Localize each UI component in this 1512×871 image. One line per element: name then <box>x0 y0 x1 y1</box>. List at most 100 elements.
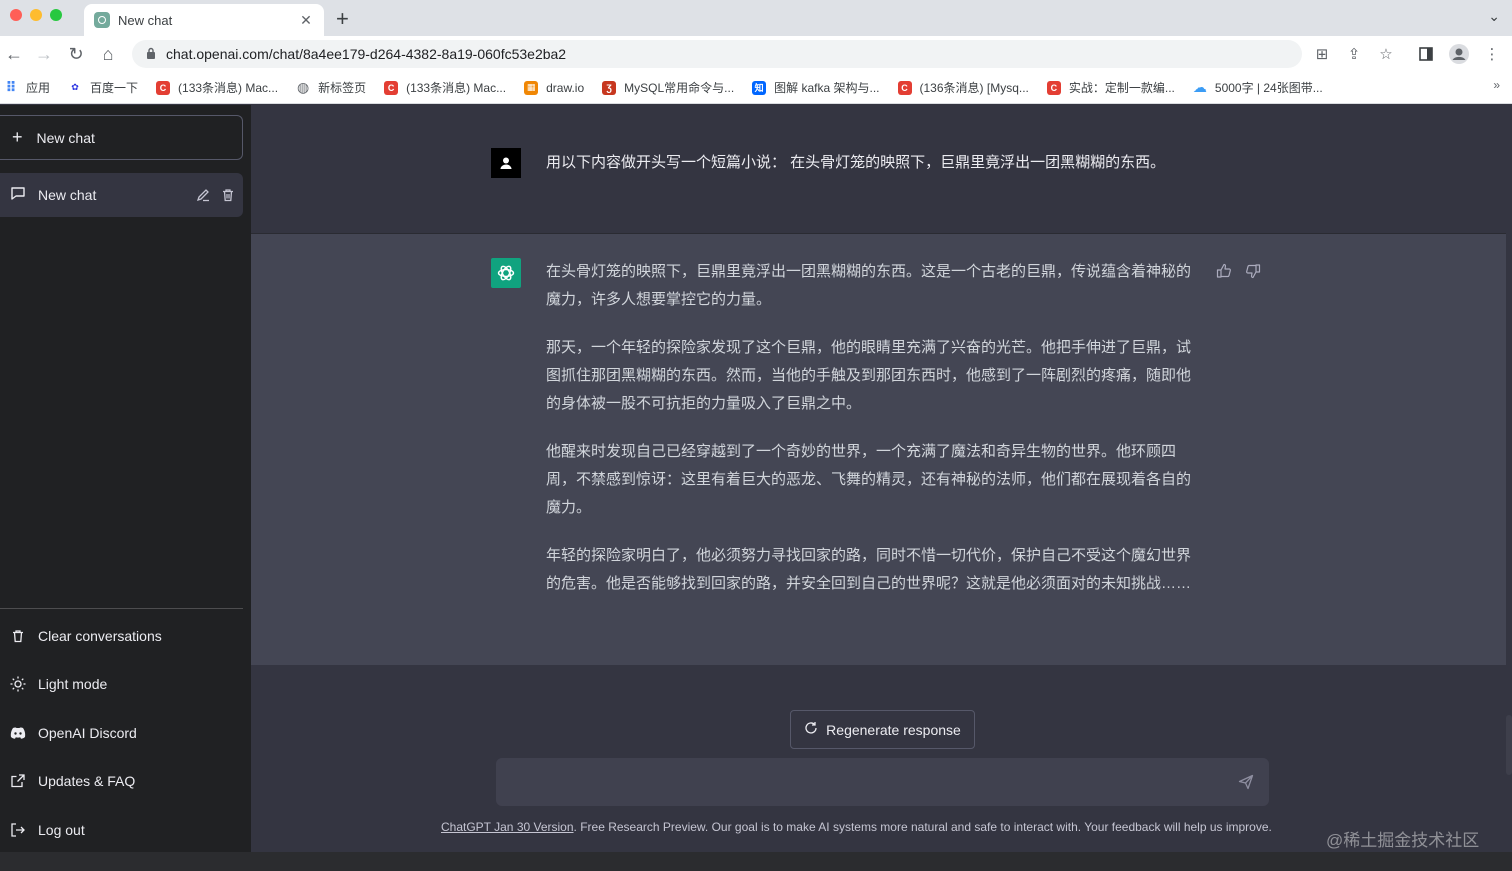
watermark-text: @稀土掘金技术社区 <box>1326 831 1480 850</box>
window-close-button[interactable] <box>10 9 22 21</box>
chat-main: 用以下内容做开头写一个短篇小说： 在头骨灯笼的映照下，巨鼎里竟浮出一团黑糊糊的东… <box>251 105 1512 852</box>
bookmark-item[interactable]: ☁ 5000字 | 24张图带... <box>1193 79 1323 96</box>
csdn-icon: C <box>897 80 912 95</box>
mysql-icon: Ʒ <box>602 80 617 95</box>
bookmark-item[interactable]: C (136条消息) [Mysq... <box>897 79 1029 96</box>
thumbs-up-icon[interactable] <box>1215 262 1233 280</box>
apps-grid-icon: ⠿ <box>5 79 17 95</box>
cloud-icon: ☁ <box>1192 79 1207 95</box>
baidu-paw-icon: ✿ <box>71 82 79 92</box>
clear-conversations-button[interactable]: Clear conversations <box>0 616 243 656</box>
discord-icon <box>10 725 26 741</box>
sun-icon <box>10 676 26 692</box>
bookmark-label: 百度一下 <box>90 81 139 95</box>
translate-icon[interactable]: ⊞ <box>1310 42 1334 66</box>
url-text: chat.openai.com/chat/8a4ee179-d264-4382-… <box>166 46 567 62</box>
bookmark-item[interactable]: C (133条消息) Mac... <box>384 79 506 96</box>
bookmark-item[interactable]: ⠿ 应用 <box>4 79 50 96</box>
browser-toolbar: ← → ↻ ⌂ chat.openai.com/chat/8a4ee179-d2… <box>0 36 1512 72</box>
reload-icon[interactable]: ↻ <box>64 42 88 66</box>
tab-title: New chat <box>118 12 173 28</box>
bookmark-item[interactable]: ◍ 新标签页 <box>296 79 366 96</box>
assistant-message-text: 在头骨灯笼的映照下，巨鼎里竟浮出一团黑糊糊的东西。这是一个古老的巨鼎，传说蕴含着… <box>546 258 1196 618</box>
csdn-icon: C <box>384 80 399 95</box>
browser-tab-bar: New chat ✕ + ⌄ <box>0 0 1512 36</box>
bookmark-label: 图解 kafka 架构与... <box>774 81 880 95</box>
regenerate-label: Regenerate response <box>826 721 961 738</box>
external-link-icon <box>10 773 26 789</box>
message-composer <box>496 758 1269 806</box>
browser-tab[interactable]: New chat ✕ <box>84 4 324 36</box>
openai-logo-icon <box>491 258 521 288</box>
log-out-button[interactable]: Log out <box>0 810 243 850</box>
delete-trash-icon[interactable] <box>218 185 238 205</box>
tab-close-icon[interactable]: ✕ <box>298 12 314 29</box>
logout-icon <box>10 822 26 838</box>
browser-menu-icon[interactable]: ⋮ <box>1480 42 1504 66</box>
bookmark-label: draw.io <box>546 80 585 95</box>
csdn-icon: C <box>156 80 171 95</box>
profile-avatar-icon[interactable] <box>1447 42 1471 66</box>
version-link[interactable]: ChatGPT Jan 30 Version <box>441 820 574 834</box>
assistant-message: 在头骨灯笼的映照下，巨鼎里竟浮出一团黑糊糊的东西。这是一个古老的巨鼎，传说蕴含着… <box>251 234 1506 665</box>
updates-faq-link[interactable]: Updates & FAQ <box>0 761 243 801</box>
page-bottom-strip <box>0 852 1512 871</box>
conversation-item[interactable]: New chat <box>0 173 243 217</box>
zhihu-icon: 知 <box>752 80 767 95</box>
bookmark-item[interactable]: ▦ draw.io <box>524 80 585 95</box>
menu-label: Log out <box>38 822 85 838</box>
edit-pencil-icon[interactable] <box>193 185 213 205</box>
new-tab-plus-icon[interactable]: + <box>336 6 349 32</box>
window-minimize-button[interactable] <box>30 9 42 21</box>
light-mode-button[interactable]: Light mode <box>0 664 243 704</box>
tab-search-chevron-icon[interactable]: ⌄ <box>1488 8 1500 25</box>
bookmark-label: 5000字 | 24张图带... <box>1214 81 1323 95</box>
chat-bubble-icon <box>10 185 26 206</box>
sidebar: + New chat New chat Clear conversations … <box>0 105 251 852</box>
footer-disclaimer: ChatGPT Jan 30 Version. Free Research Pr… <box>441 820 1272 834</box>
window-maximize-button[interactable] <box>50 9 62 21</box>
scrollbar[interactable] <box>1506 715 1512 775</box>
menu-label: Light mode <box>38 676 108 692</box>
regenerate-response-button[interactable]: Regenerate response <box>790 710 975 749</box>
assistant-paragraph: 在头骨灯笼的映照下，巨鼎里竟浮出一团黑糊糊的东西。这是一个古老的巨鼎，传说蕴含着… <box>546 263 1192 308</box>
plus-icon: + <box>12 127 23 147</box>
trash-icon <box>10 628 26 644</box>
bookmark-label: 实战：定制一款编... <box>1068 81 1175 95</box>
home-icon[interactable]: ⌂ <box>96 42 120 66</box>
bookmark-item[interactable]: Ʒ MySQL常用命令与... <box>602 79 734 96</box>
globe-icon: ◍ <box>296 79 310 95</box>
side-panel-icon[interactable] <box>1414 42 1438 66</box>
footer-note-text: . Free Research Preview. Our goal is to … <box>573 820 1272 834</box>
bookmark-label: 新标签页 <box>318 81 367 95</box>
bookmark-label: (133条消息) Mac... <box>406 81 507 95</box>
back-arrow-icon[interactable]: ← <box>2 42 26 66</box>
bookmark-star-icon[interactable]: ☆ <box>1374 42 1398 66</box>
send-paper-plane-icon[interactable] <box>1237 773 1255 791</box>
user-message: 用以下内容做开头写一个短篇小说： 在头骨灯笼的映照下，巨鼎里竟浮出一团黑糊糊的东… <box>251 122 1506 234</box>
message-input[interactable] <box>512 770 1212 794</box>
conversation-title: New chat <box>38 187 97 203</box>
menu-label: OpenAI Discord <box>38 725 137 741</box>
more-bookmarks-chevron-icon[interactable]: » <box>1493 78 1500 92</box>
assistant-paragraph: 他醒来时发现自己已经穿越到了一个奇妙的世界，一个充满了魔法和奇异生物的世界。他环… <box>546 443 1192 516</box>
sidebar-divider <box>0 608 243 609</box>
bookmark-item[interactable]: 知图解 kafka 架构与... <box>752 79 880 96</box>
user-message-text: 用以下内容做开头写一个短篇小说： 在头骨灯笼的映照下，巨鼎里竟浮出一团黑糊糊的东… <box>546 154 1166 171</box>
bookmark-item[interactable]: C (133条消息) Mac... <box>156 79 278 96</box>
openai-discord-link[interactable]: OpenAI Discord <box>0 713 243 753</box>
bookmark-label: MySQL常用命令与... <box>624 81 735 95</box>
assistant-paragraph: 年轻的探险家明白了，他必须努力寻找回家的路，同时不惜一切代价，保护自己不受这个魔… <box>546 547 1192 592</box>
bookmark-item[interactable]: C 实战：定制一款编... <box>1046 79 1175 96</box>
csdn-icon: C <box>1046 80 1061 95</box>
menu-label: Updates & FAQ <box>38 773 136 789</box>
bookmark-label: (133条消息) Mac... <box>178 81 279 95</box>
thumbs-down-icon[interactable] <box>1244 262 1262 280</box>
bookmark-label: (136条消息) [Mysq... <box>919 81 1029 95</box>
share-icon[interactable]: ⇪ <box>1342 42 1366 66</box>
new-chat-button[interactable]: + New chat <box>0 115 243 160</box>
bookmark-item[interactable]: ✿ 百度一下 <box>68 79 138 96</box>
openai-favicon-icon <box>94 12 110 28</box>
forward-arrow-icon[interactable]: → <box>32 42 56 66</box>
address-bar[interactable]: chat.openai.com/chat/8a4ee179-d264-4382-… <box>132 40 1302 68</box>
